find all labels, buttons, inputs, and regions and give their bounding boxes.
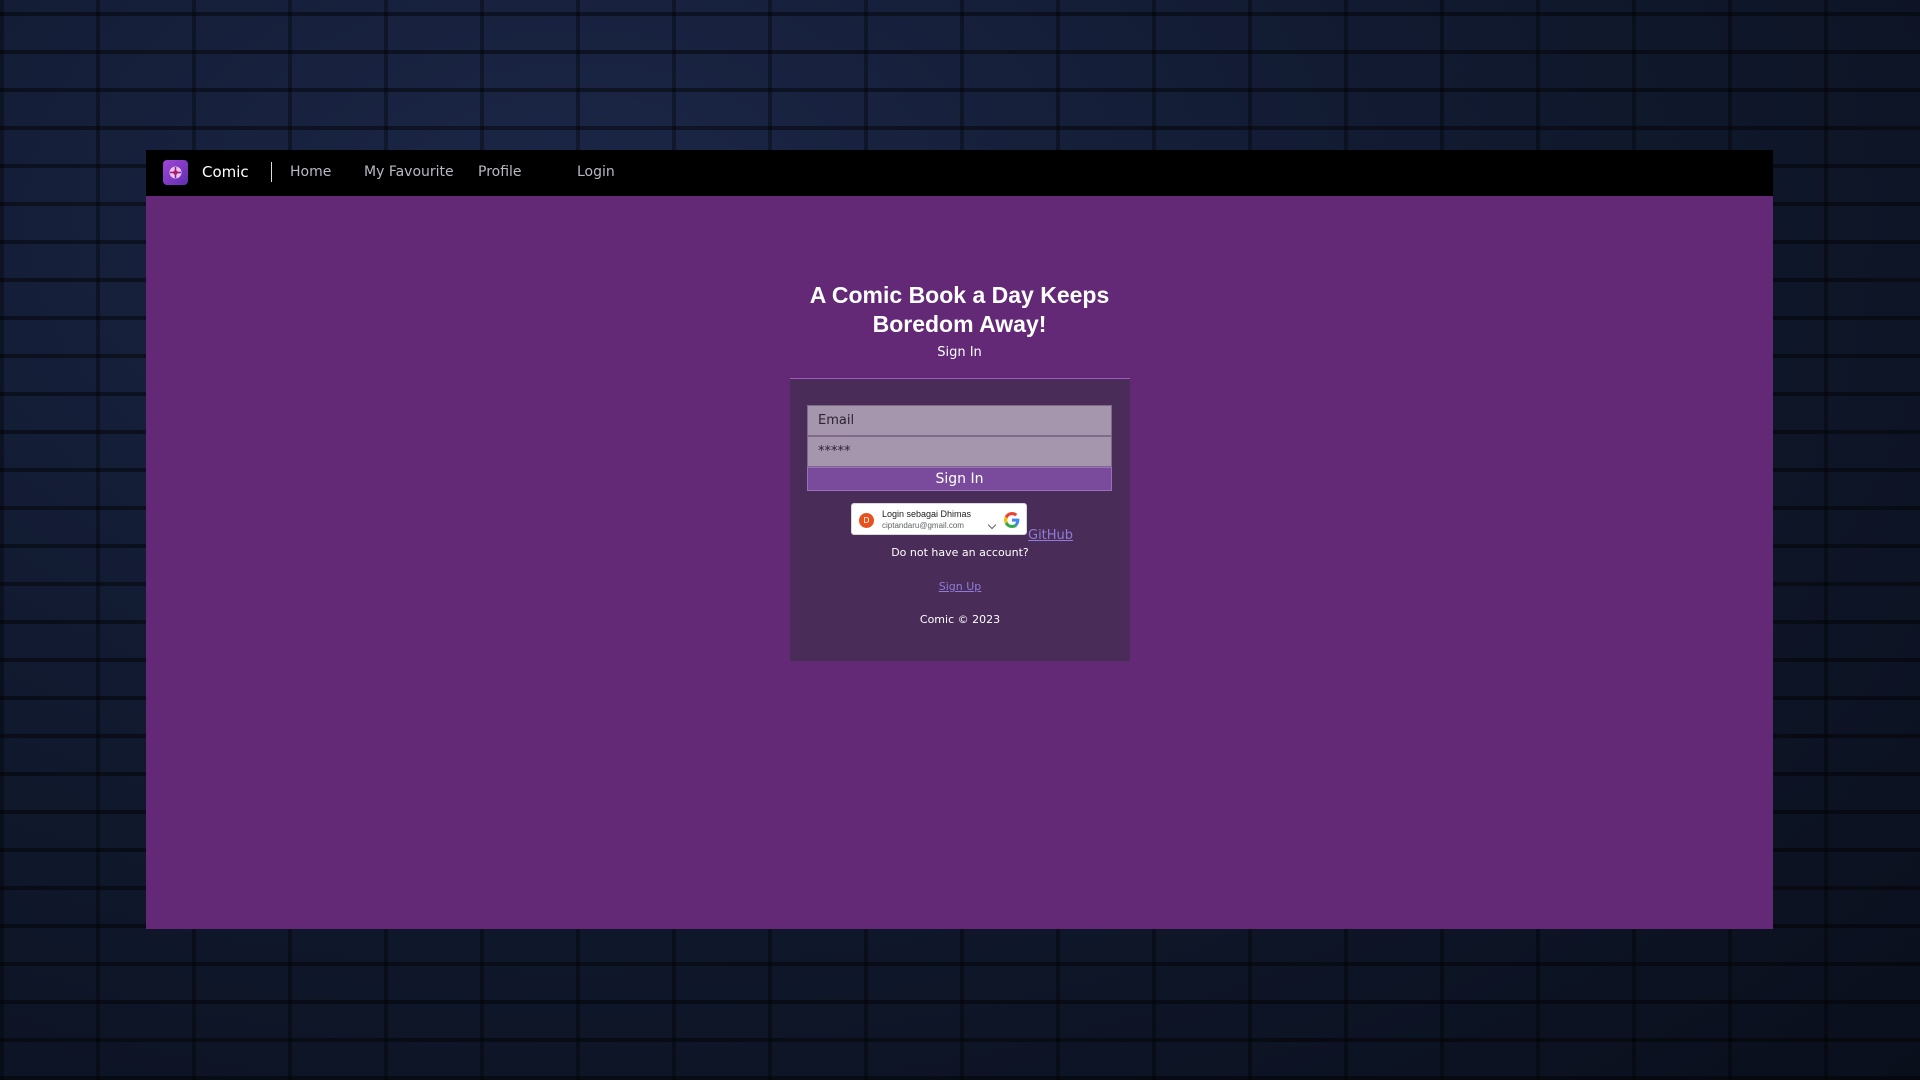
google-account-name: Login sebagai Dhimas: [882, 509, 972, 519]
no-account-text: Do not have an account?: [891, 546, 1029, 559]
signin-card: Sign In D Login sebagai Dhimas ciptandar…: [790, 378, 1130, 661]
brand-name[interactable]: Comic: [202, 163, 249, 181]
main-content: A Comic Book a Day Keeps Boredom Away! S…: [146, 196, 1773, 929]
page-title-line-2: Boredom Away!: [872, 311, 1047, 337]
page-title: A Comic Book a Day Keeps Boredom Away!: [146, 281, 1773, 339]
sign-in-button[interactable]: Sign In: [807, 467, 1112, 491]
nav-divider: [271, 162, 272, 182]
brand-logo-icon[interactable]: [163, 160, 188, 185]
navbar: Comic Home My Favourite Profile Login: [146, 150, 1773, 196]
footer-copyright: Comic © 2023: [919, 613, 1001, 626]
email-input[interactable]: [807, 405, 1112, 436]
app-window: Comic Home My Favourite Profile Login A …: [146, 150, 1773, 929]
nav-link-profile[interactable]: Profile: [478, 164, 522, 180]
page-subtitle: Sign In: [937, 345, 982, 360]
nav-link-login[interactable]: Login: [577, 164, 615, 180]
google-account-email: ciptandaru@gmail.com: [882, 521, 964, 530]
password-input[interactable]: [807, 436, 1112, 467]
page-title-line-1: A Comic Book a Day Keeps: [809, 282, 1110, 308]
chevron-down-icon: [987, 520, 997, 530]
sign-up-link[interactable]: Sign Up: [790, 580, 1130, 593]
google-logo-icon: [1004, 512, 1020, 528]
nav-link-my-favourite[interactable]: My Favourite: [364, 164, 454, 180]
google-avatar: D: [859, 513, 874, 528]
google-signin-button[interactable]: D Login sebagai Dhimas ciptandaru@gmail.…: [851, 503, 1027, 535]
github-link[interactable]: GitHub: [1028, 528, 1073, 543]
nav-link-home[interactable]: Home: [290, 164, 331, 180]
